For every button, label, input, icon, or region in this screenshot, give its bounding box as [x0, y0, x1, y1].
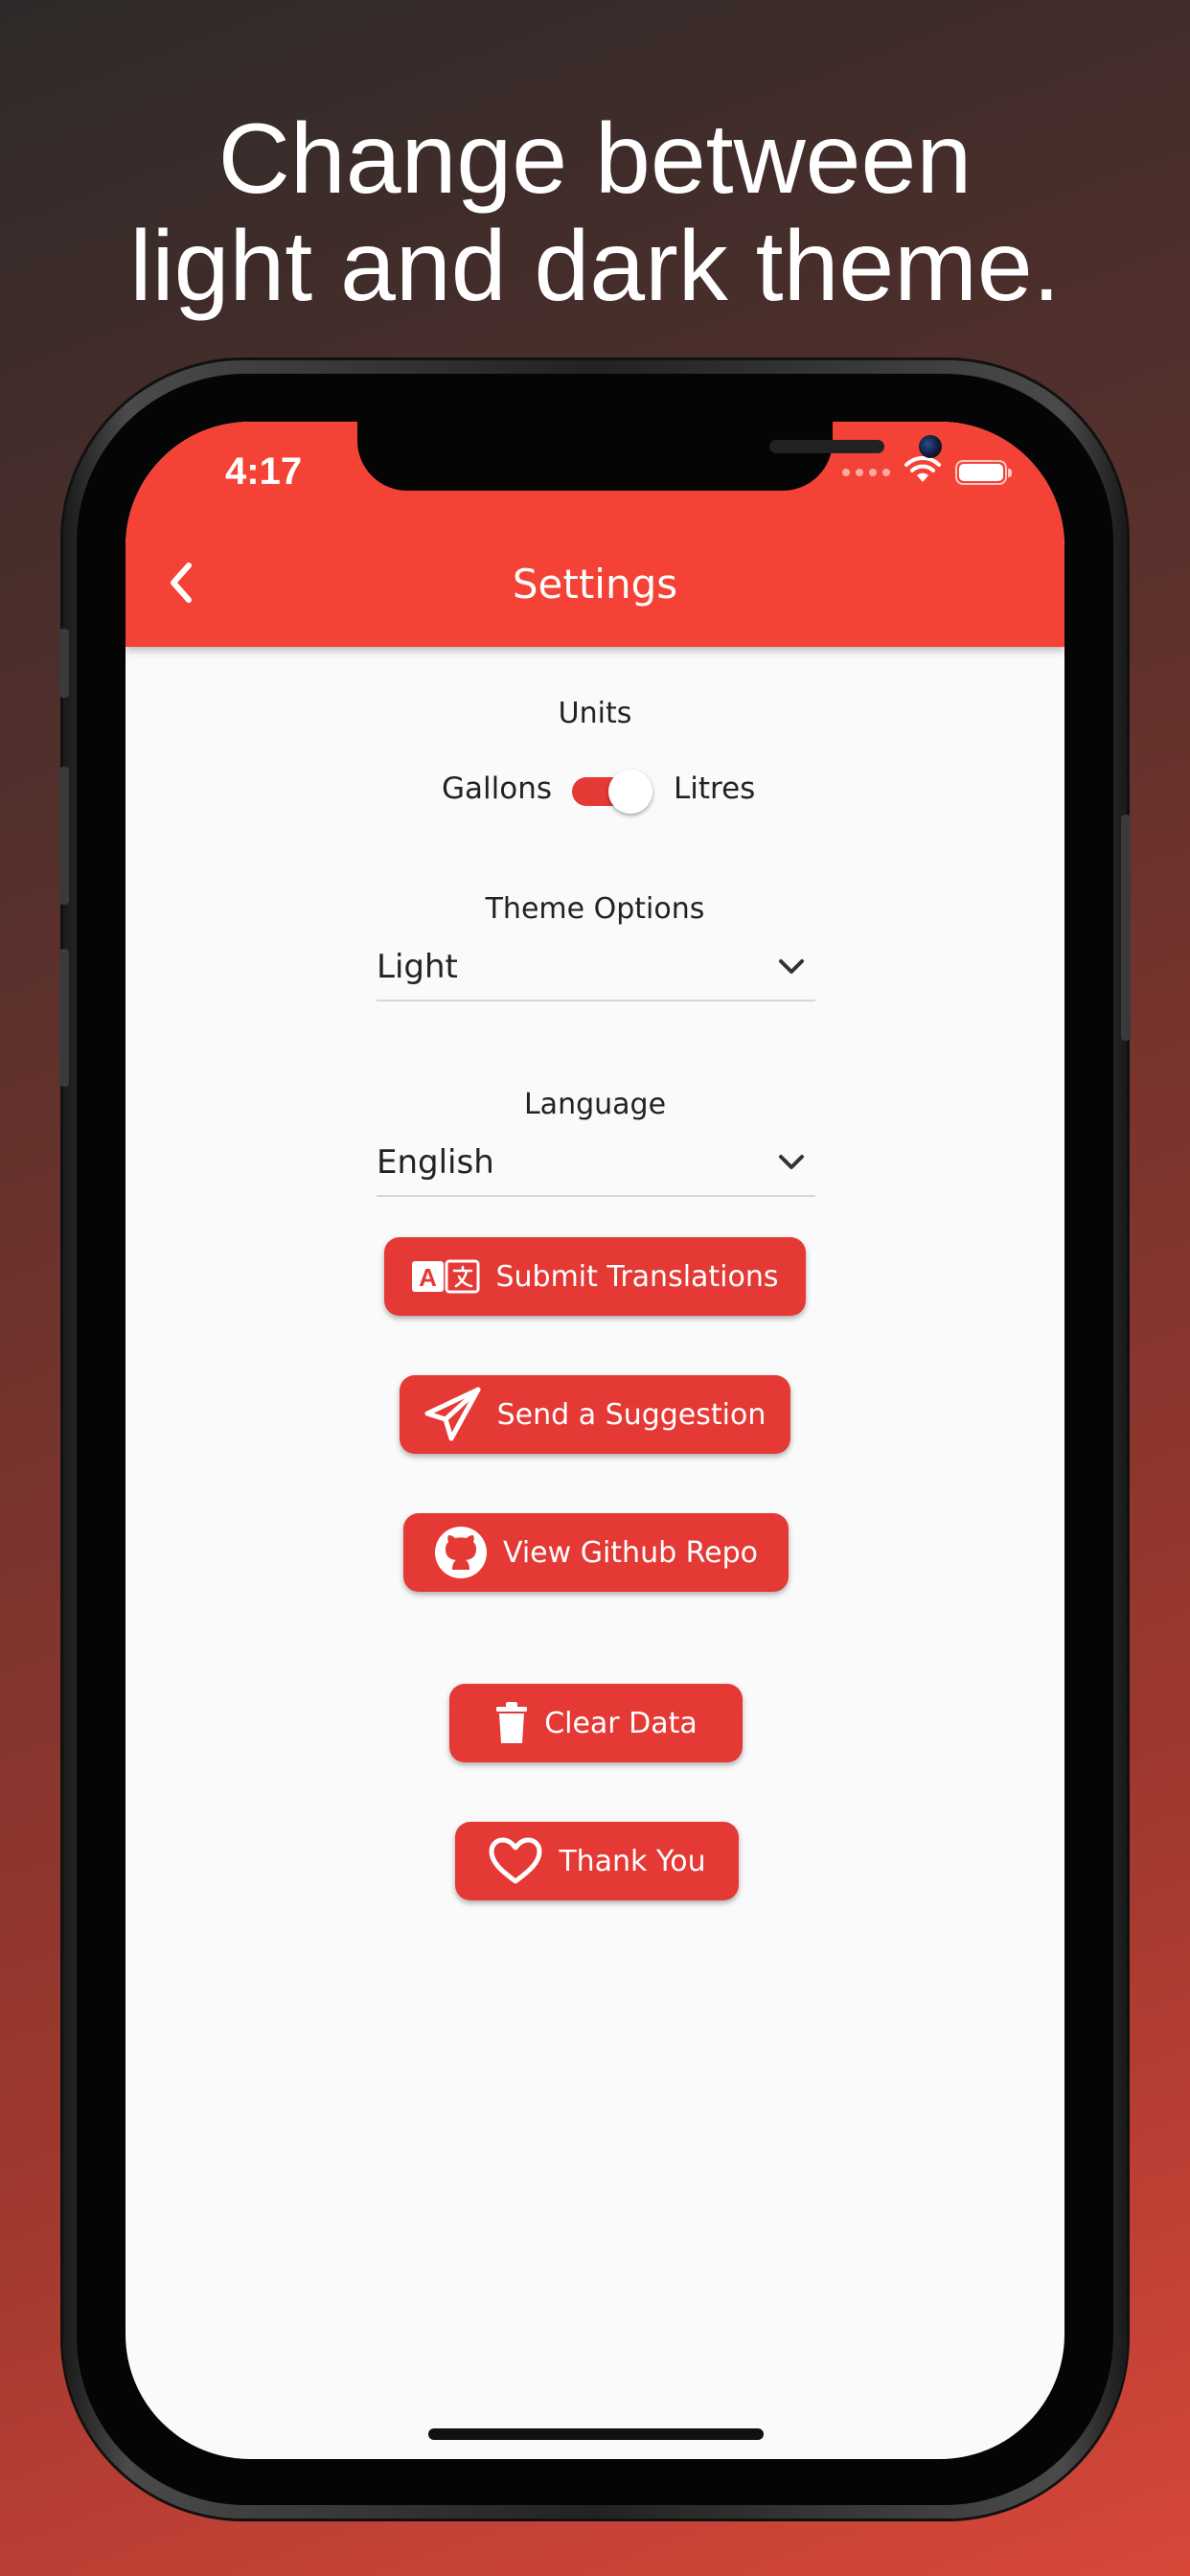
- units-toggle[interactable]: [572, 770, 652, 814]
- thank-you-button[interactable]: Thank You: [455, 1822, 739, 1900]
- signal-icon: [842, 469, 890, 476]
- heart-icon: [488, 1836, 543, 1886]
- speaker-grille: [769, 440, 884, 453]
- send-suggestion-button[interactable]: Send a Suggestion: [400, 1375, 790, 1454]
- unit-gallons-label: Gallons: [442, 771, 553, 806]
- notch: [357, 422, 942, 491]
- app-bar: 4:17 Settings: [126, 422, 1064, 647]
- thank-you-label: Thank You: [559, 1844, 706, 1878]
- volume-up-button: [59, 767, 69, 905]
- battery-icon: [955, 460, 1012, 485]
- promo-headline: Change between light and dark theme.: [0, 105, 1190, 320]
- translate-icon: A: [411, 1259, 480, 1294]
- page-title: Settings: [512, 561, 678, 608]
- svg-text:A: A: [420, 1263, 438, 1292]
- submit-translations-label: Submit Translations: [495, 1259, 779, 1294]
- language-selected-value: English: [377, 1143, 494, 1182]
- promo-headline-line-1: Change between: [217, 104, 973, 215]
- view-github-label: View Github Repo: [502, 1535, 759, 1570]
- units-label: Units: [558, 697, 632, 730]
- language-label: Language: [523, 1088, 667, 1121]
- chevron-down-icon: [777, 957, 806, 980]
- phone-screen: 4:17 Settings Units Gallons Litres Theme…: [126, 422, 1064, 2459]
- clear-data-button[interactable]: Clear Data: [449, 1684, 743, 1762]
- status-time: 4:17: [225, 450, 303, 493]
- theme-options-label: Theme Options: [485, 892, 705, 926]
- submit-translations-button[interactable]: A Submit Translations: [384, 1237, 806, 1316]
- units-row: Gallons Litres: [126, 762, 1064, 819]
- home-indicator[interactable]: [428, 2428, 764, 2440]
- github-icon: [434, 1526, 488, 1579]
- front-camera: [919, 435, 942, 458]
- language-dropdown[interactable]: English: [377, 1139, 815, 1197]
- paper-plane-icon: [424, 1387, 482, 1442]
- theme-dropdown[interactable]: Light: [377, 944, 815, 1001]
- clear-data-label: Clear Data: [544, 1706, 698, 1740]
- trash-icon: [494, 1701, 529, 1745]
- volume-down-button: [59, 949, 69, 1087]
- status-icons: [842, 455, 1012, 489]
- send-suggestion-label: Send a Suggestion: [496, 1397, 767, 1432]
- chevron-left-icon: [164, 560, 198, 610]
- power-button: [1121, 815, 1131, 1041]
- unit-litres-label: Litres: [674, 771, 756, 806]
- theme-selected-value: Light: [377, 948, 458, 986]
- silent-switch: [59, 629, 69, 698]
- promo-headline-line-2: light and dark theme.: [129, 211, 1061, 322]
- back-button[interactable]: [152, 556, 210, 613]
- view-github-button[interactable]: View Github Repo: [403, 1513, 789, 1592]
- chevron-down-icon: [777, 1153, 806, 1176]
- wifi-icon: [904, 455, 942, 489]
